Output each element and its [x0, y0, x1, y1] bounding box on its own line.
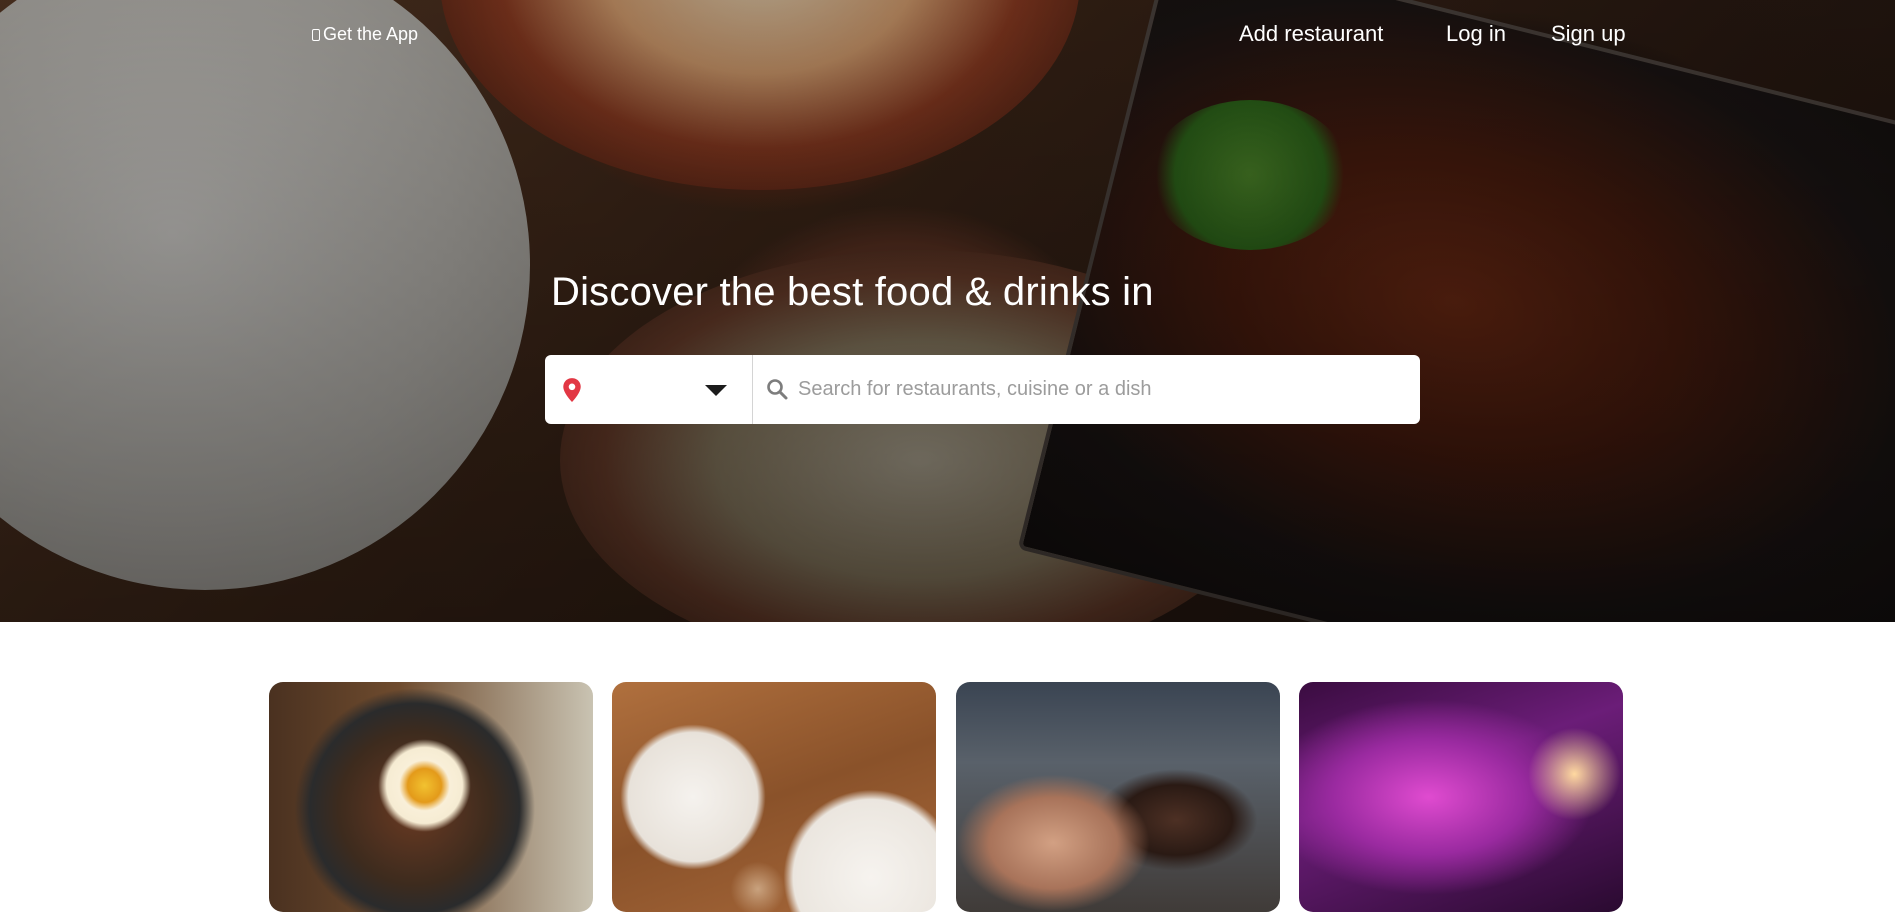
map-pin-icon: [563, 378, 581, 402]
hero-headline: Discover the best food & drinks in: [551, 270, 1154, 314]
location-selector[interactable]: [545, 355, 753, 424]
get-app-link[interactable]: Get the App: [312, 24, 418, 45]
phone-icon: [312, 28, 320, 41]
cocktail-bar-card[interactable]: [1299, 682, 1623, 912]
add-restaurant-link[interactable]: Add restaurant: [1239, 21, 1383, 47]
search-bar: [545, 355, 1420, 424]
caret-down-icon[interactable]: [705, 385, 727, 396]
sign-up-link[interactable]: Sign up: [1551, 21, 1626, 47]
bowl-dish-card[interactable]: [269, 682, 593, 912]
breakfast-table-card[interactable]: [612, 682, 936, 912]
search-input[interactable]: [753, 355, 1420, 424]
search-icon: [767, 379, 788, 400]
search-query-box: [753, 355, 1420, 424]
friends-toasting-card[interactable]: [956, 682, 1280, 912]
log-in-link[interactable]: Log in: [1446, 21, 1506, 47]
get-app-label: Get the App: [323, 24, 419, 44]
